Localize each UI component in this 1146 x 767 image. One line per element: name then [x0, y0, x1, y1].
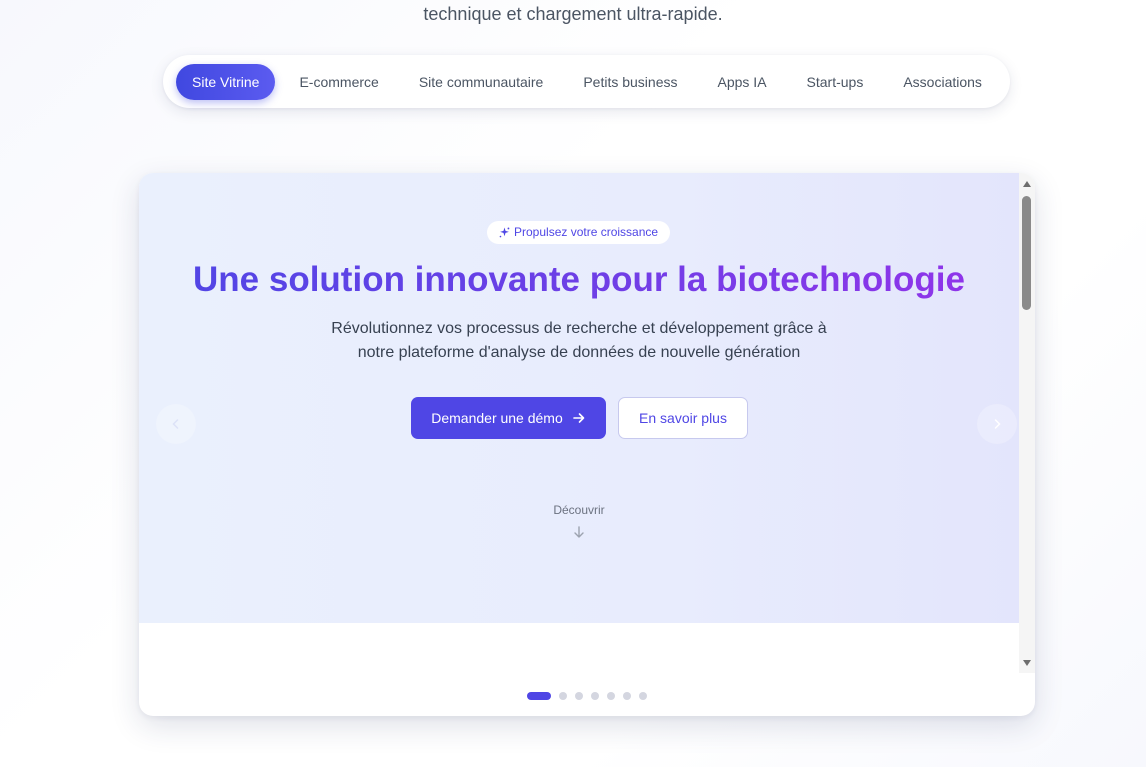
- scroll-down-icon[interactable]: [1023, 660, 1031, 666]
- carousel-next-button[interactable]: [977, 404, 1017, 444]
- scrollbar-thumb[interactable]: [1022, 196, 1031, 310]
- carousel-dot-5[interactable]: [607, 692, 615, 700]
- request-demo-label: Demander une démo: [431, 410, 563, 426]
- tab-site-vitrine[interactable]: Site Vitrine: [176, 63, 276, 100]
- category-tabs: Site Vitrine E-commerce Site communautai…: [163, 55, 1010, 108]
- arrow-right-icon: [572, 413, 585, 423]
- hero-subtitle: Révolutionnez vos processus de recherche…: [319, 317, 839, 365]
- carousel-dot-7[interactable]: [639, 692, 647, 700]
- learn-more-button[interactable]: En savoir plus: [618, 397, 748, 439]
- preview-scrollbar[interactable]: [1019, 173, 1035, 673]
- carousel-dot-3[interactable]: [575, 692, 583, 700]
- scroll-up-icon[interactable]: [1023, 181, 1031, 187]
- chevron-right-icon: [994, 419, 1001, 429]
- discover-label[interactable]: Découvrir: [529, 503, 629, 517]
- carousel-dot-6[interactable]: [623, 692, 631, 700]
- tab-apps-ia[interactable]: Apps IA: [702, 64, 783, 100]
- carousel-dot-1[interactable]: [527, 692, 551, 700]
- hero-title: Une solution innovante pour la biotechno…: [139, 260, 1019, 300]
- chevron-left-icon: [172, 419, 179, 429]
- preview-frame: Propulsez votre croissance Une solution …: [139, 173, 1035, 716]
- hero-subtitle-line-2: notre plateforme d'analyse de données de…: [357, 344, 801, 361]
- carousel-dot-2[interactable]: [559, 692, 567, 700]
- growth-badge: Propulsez votre croissance: [487, 221, 671, 244]
- arrow-down-icon[interactable]: [572, 525, 586, 539]
- sparkles-icon: [499, 227, 510, 238]
- tab-start-ups[interactable]: Start-ups: [791, 64, 880, 100]
- tab-petits-business[interactable]: Petits business: [567, 64, 693, 100]
- badge-label: Propulsez votre croissance: [514, 225, 659, 239]
- tab-associations[interactable]: Associations: [887, 64, 998, 100]
- carousel-prev-button[interactable]: [156, 404, 196, 444]
- tab-e-commerce[interactable]: E-commerce: [283, 64, 394, 100]
- carousel-dot-4[interactable]: [591, 692, 599, 700]
- learn-more-label: En savoir plus: [639, 410, 727, 426]
- intro-text: technique et chargement ultra-rapide.: [423, 4, 723, 24]
- hero-subtitle-line-1: Révolutionnez vos processus de recherche…: [331, 320, 827, 337]
- request-demo-button[interactable]: Demander une démo: [411, 397, 606, 439]
- hero-section: Propulsez votre croissance Une solution …: [139, 173, 1019, 623]
- tab-site-communautaire[interactable]: Site communautaire: [403, 64, 560, 100]
- carousel-pagination: [527, 692, 655, 700]
